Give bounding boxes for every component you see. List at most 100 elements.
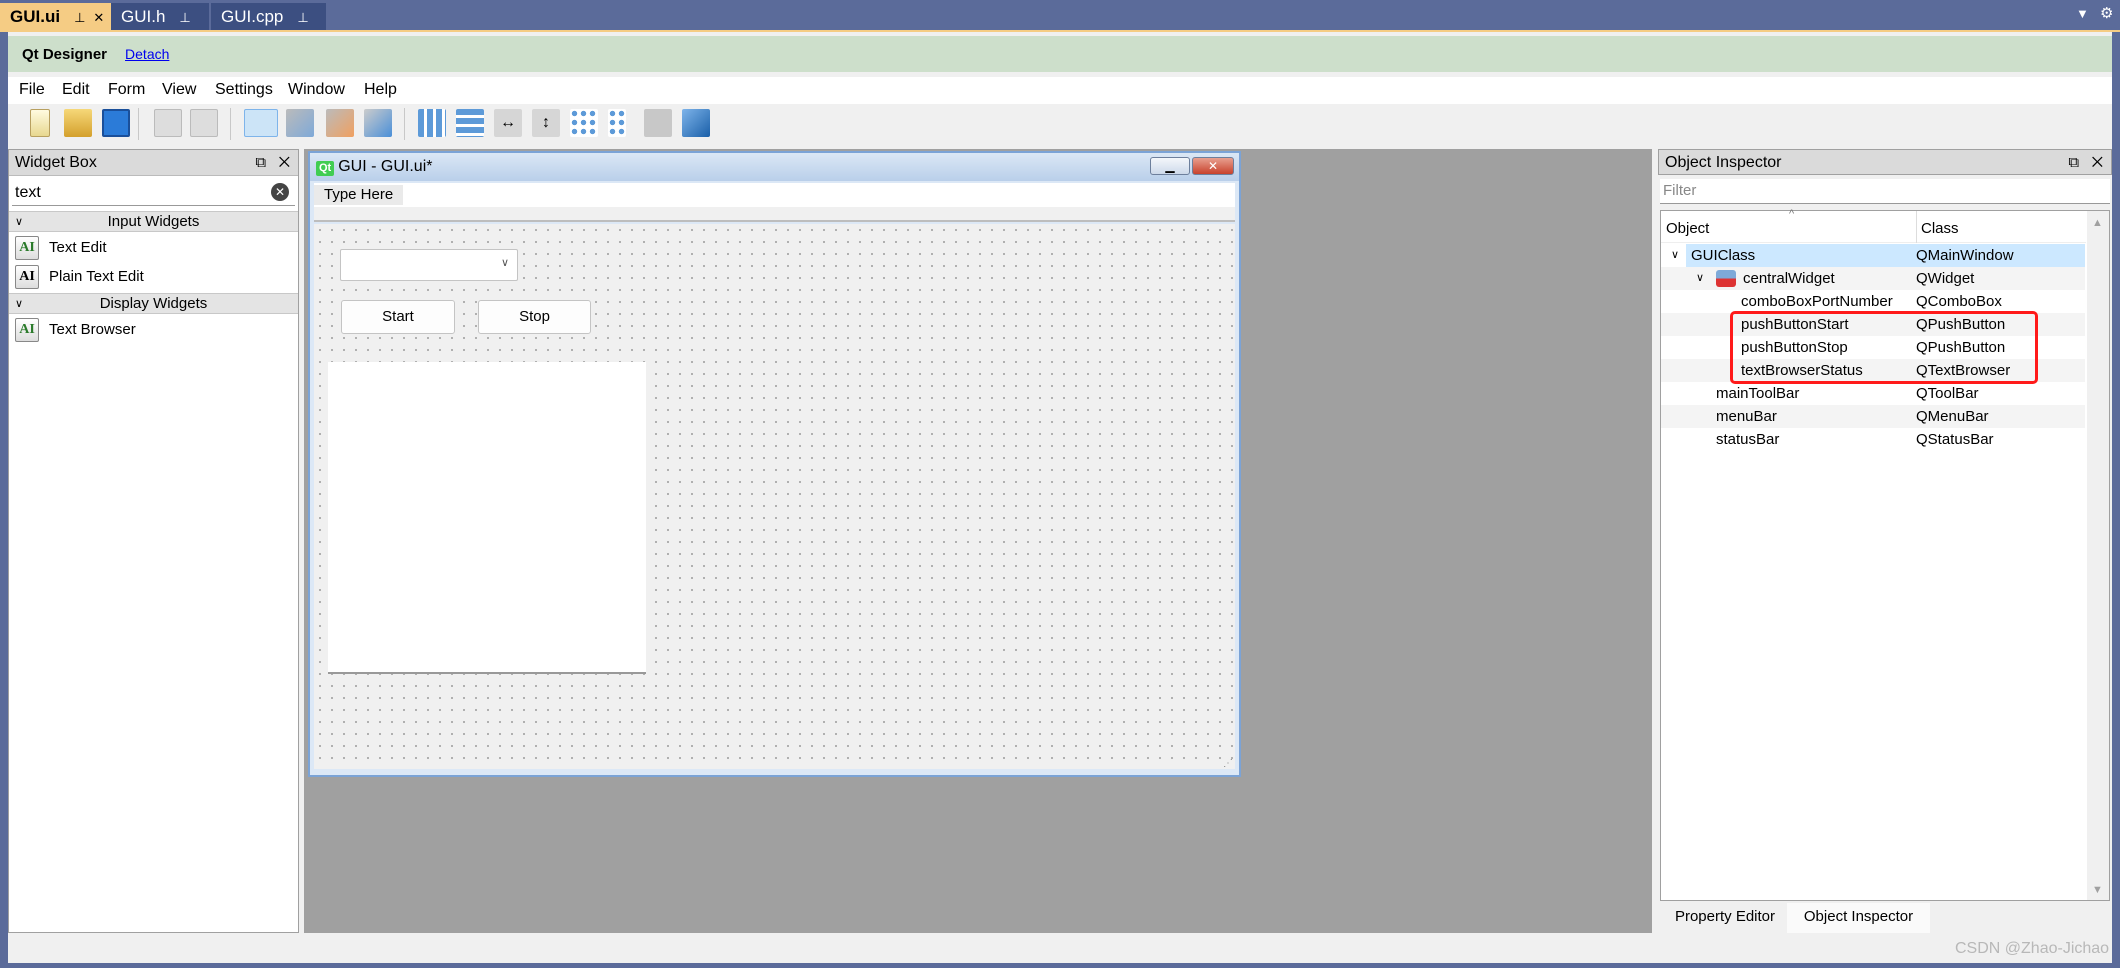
- form-title-bar[interactable]: Qt GUI - GUI.ui* ▁ ✕: [310, 153, 1239, 181]
- minimize-button[interactable]: ▁: [1150, 157, 1190, 175]
- new-file-icon[interactable]: [30, 109, 50, 137]
- pin-icon[interactable]: ⊥: [297, 10, 308, 25]
- text-browser-status[interactable]: [328, 362, 646, 674]
- class-name: QMainWindow: [1916, 247, 2014, 264]
- chevron-down-icon: ∨: [500, 257, 509, 269]
- clear-search-icon[interactable]: ✕: [271, 183, 289, 201]
- tab-property-editor[interactable]: Property Editor: [1663, 903, 1787, 933]
- tab-dropdown-icon[interactable]: ▼: [2076, 6, 2089, 21]
- layout-vertical-icon[interactable]: [456, 109, 484, 137]
- tree-row-menubar[interactable]: menuBar QMenuBar: [1661, 405, 2085, 428]
- object-name: mainToolBar: [1716, 385, 1800, 402]
- layout-grid-icon[interactable]: [570, 109, 598, 137]
- object-name: centralWidget: [1743, 270, 1835, 287]
- object-name: GUIClass: [1691, 247, 1756, 264]
- tree-row-statusbar[interactable]: statusBar QStatusBar: [1661, 428, 2085, 451]
- start-button[interactable]: Start: [341, 300, 455, 334]
- close-icon[interactable]: ✕: [93, 10, 104, 25]
- tree-row-guiclass[interactable]: ∨ GUIClass QMainWindow: [1661, 244, 2085, 267]
- class-name: QToolBar: [1916, 385, 1979, 402]
- qt-logo-icon: Qt: [316, 161, 335, 176]
- object-name: menuBar: [1716, 408, 1777, 425]
- widget-label: Plain Text Edit: [49, 268, 144, 285]
- chevron-down-icon: ∨: [15, 298, 24, 310]
- class-name: QStatusBar: [1916, 431, 1994, 448]
- tab-object-inspector[interactable]: Object Inspector: [1787, 903, 1930, 933]
- menu-help[interactable]: Help: [364, 81, 397, 99]
- class-name: QComboBox: [1916, 293, 2002, 310]
- pin-icon[interactable]: ⊥: [74, 10, 85, 25]
- column-header-class[interactable]: Class: [1921, 220, 1959, 237]
- chevron-down-icon: ∨: [15, 216, 24, 228]
- edit-tab-order-icon[interactable]: [364, 109, 392, 137]
- adjust-size-icon[interactable]: [682, 109, 710, 137]
- stop-button[interactable]: Stop: [478, 300, 591, 334]
- tab-gui-h[interactable]: GUI.h ⊥: [111, 3, 209, 30]
- edit-signals-slots-icon[interactable]: [286, 109, 314, 137]
- float-icon[interactable]: ⧉: [255, 154, 266, 171]
- category-display-widgets[interactable]: ∨ Display Widgets: [9, 293, 298, 314]
- close-icon[interactable]: ✕: [2092, 154, 2103, 171]
- menu-form[interactable]: Form: [108, 81, 145, 99]
- send-to-back-icon[interactable]: [154, 109, 182, 137]
- close-icon[interactable]: ✕: [279, 154, 290, 171]
- text-browser-icon: AI: [15, 318, 39, 343]
- widget-search-input[interactable]: text ✕: [12, 181, 295, 206]
- menu-edit[interactable]: Edit: [62, 81, 90, 99]
- filter-input[interactable]: Filter: [1660, 179, 2110, 204]
- category-input-widgets[interactable]: ∨ Input Widgets: [9, 211, 298, 232]
- broken-layout-icon: [1716, 270, 1736, 287]
- tree-row-centralwidget[interactable]: ∨ centralWidget QWidget: [1661, 267, 2085, 290]
- widget-item-plain-text-edit[interactable]: AI Plain Text Edit: [15, 264, 144, 290]
- chevron-down-icon[interactable]: ∨: [1671, 244, 1679, 267]
- layout-horizontal-icon[interactable]: [418, 109, 446, 137]
- designer-bar: Qt Designer Detach: [8, 36, 2112, 72]
- form-window[interactable]: Qt GUI - GUI.ui* ▁ ✕ Type Here ∨ Start St…: [308, 151, 1241, 777]
- scroll-up-icon[interactable]: ▲: [2092, 217, 2103, 229]
- open-folder-icon[interactable]: [64, 109, 92, 137]
- form-title: GUI - GUI.ui*: [338, 158, 433, 175]
- tree-row-maintoolbar[interactable]: mainToolBar QToolBar: [1661, 382, 2085, 405]
- layout-horizontal-splitter-icon[interactable]: ↔: [494, 109, 522, 137]
- column-header-object[interactable]: Object: [1666, 220, 1709, 237]
- break-layout-icon[interactable]: [644, 109, 672, 137]
- float-icon[interactable]: ⧉: [2068, 154, 2079, 171]
- tab-gui-ui[interactable]: GUI.ui ⊥ ✕: [0, 3, 111, 30]
- object-name: statusBar: [1716, 431, 1780, 448]
- bring-to-front-icon[interactable]: [190, 109, 218, 137]
- gear-icon[interactable]: ⚙: [2100, 4, 2113, 22]
- tab-gui-cpp[interactable]: GUI.cpp ⊥: [211, 3, 326, 30]
- widget-label: Text Browser: [49, 321, 136, 338]
- scroll-down-icon[interactable]: ▼: [2092, 884, 2103, 896]
- layout-vertical-splitter-icon[interactable]: ↕: [532, 109, 560, 137]
- pin-icon[interactable]: ⊥: [179, 10, 190, 25]
- combo-box-port-number[interactable]: ∨: [340, 249, 518, 281]
- save-icon[interactable]: [102, 109, 130, 137]
- tree-header: ^ Object Class: [1661, 208, 2086, 243]
- close-window-button[interactable]: ✕: [1192, 157, 1234, 175]
- category-label: Display Widgets: [99, 295, 208, 312]
- widget-item-text-edit[interactable]: AI Text Edit: [15, 235, 107, 261]
- class-name: QWidget: [1916, 270, 1975, 287]
- type-here-menu[interactable]: Type Here: [314, 185, 404, 205]
- vertical-scrollbar[interactable]: ▲ ▼: [2087, 211, 2109, 900]
- widget-item-text-browser[interactable]: AI Text Browser: [15, 317, 136, 343]
- detach-link[interactable]: Detach: [125, 46, 169, 62]
- resize-grip-icon[interactable]: ⋰: [1223, 758, 1233, 769]
- menu-settings[interactable]: Settings: [215, 81, 273, 99]
- toolbar-separator: [404, 108, 405, 140]
- menu-window[interactable]: Window: [288, 81, 345, 99]
- layout-form-icon[interactable]: [608, 109, 626, 137]
- form-canvas[interactable]: ∨ Start Stop ⋰: [314, 224, 1235, 769]
- tree-row-combobox[interactable]: comboBoxPortNumber QComboBox: [1661, 290, 2085, 313]
- menu-file[interactable]: File: [19, 81, 45, 99]
- edit-widgets-icon[interactable]: [244, 109, 278, 137]
- menu-view[interactable]: View: [162, 81, 196, 99]
- plain-text-edit-icon: AI: [15, 265, 39, 290]
- tab-label: GUI.ui: [10, 7, 61, 26]
- widget-label: Text Edit: [49, 239, 107, 256]
- chevron-down-icon[interactable]: ∨: [1696, 267, 1704, 290]
- class-name: QMenuBar: [1916, 408, 1989, 425]
- edit-buddies-icon[interactable]: [326, 109, 354, 137]
- widget-box-panel: Widget Box ⧉ ✕ text ✕ ∨ Input Widgets AI Tex…: [8, 149, 299, 933]
